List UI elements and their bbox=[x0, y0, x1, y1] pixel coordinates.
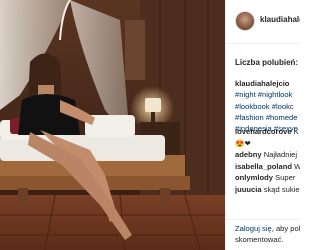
comment-username[interactable]: adebny bbox=[235, 150, 262, 159]
avatar[interactable] bbox=[235, 11, 255, 31]
bedroom-photo-illustration bbox=[0, 0, 225, 250]
divider bbox=[226, 219, 300, 220]
comment-text: skąd sukie bbox=[261, 184, 300, 194]
likes-count[interactable]: Liczba polubień: 3 bbox=[235, 58, 300, 67]
comment-username[interactable]: onlymlody bbox=[235, 173, 273, 182]
comment-text: K bbox=[291, 127, 299, 136]
comment-item: 😍❤ bbox=[235, 138, 300, 150]
post-header: klaudiahalejcio bbox=[226, 0, 300, 44]
caption-hashtags[interactable]: #night #nightlook bbox=[235, 89, 300, 100]
login-link[interactable]: Zaloguj się bbox=[235, 224, 272, 233]
comment-text: Super bbox=[272, 173, 296, 183]
comment-item: juuucia skąd sukie bbox=[235, 184, 300, 196]
login-prompt-text: , aby polubić bbox=[271, 224, 300, 233]
login-prompt-text-2: skomentować. bbox=[235, 234, 284, 244]
comment-username[interactable]: lovehardcorove bbox=[235, 127, 292, 136]
post-side-panel: klaudiahalejcio Liczba polubień: 3 klaud… bbox=[225, 0, 300, 250]
comment-text: W bbox=[292, 162, 300, 171]
comment-item: lovehardcorove K bbox=[235, 126, 300, 138]
comment-username[interactable]: juuucia bbox=[235, 185, 262, 194]
login-prompt: Zaloguj się, aby polubić skomentować. bbox=[235, 224, 300, 245]
comment-list: lovehardcorove K 😍❤ adebny Najładniej is… bbox=[235, 126, 300, 196]
post-photo[interactable] bbox=[0, 0, 225, 250]
comment-item: adebny Najładniej bbox=[235, 149, 300, 161]
caption-username[interactable]: klaudiahalejcio bbox=[235, 79, 289, 88]
comment-item: isabella_poland W bbox=[235, 161, 300, 173]
comment-username[interactable]: isabella_poland bbox=[235, 162, 292, 171]
caption-hashtags[interactable]: #fashion #homede bbox=[235, 112, 300, 123]
comment-text: Najładniej bbox=[261, 150, 298, 160]
comment-text: 😍❤ bbox=[235, 138, 251, 148]
caption-hashtags[interactable]: #lookbook #lookc bbox=[235, 101, 300, 112]
comment-item: onlymlody Super bbox=[235, 172, 300, 184]
post-username[interactable]: klaudiahalejcio bbox=[260, 15, 300, 24]
